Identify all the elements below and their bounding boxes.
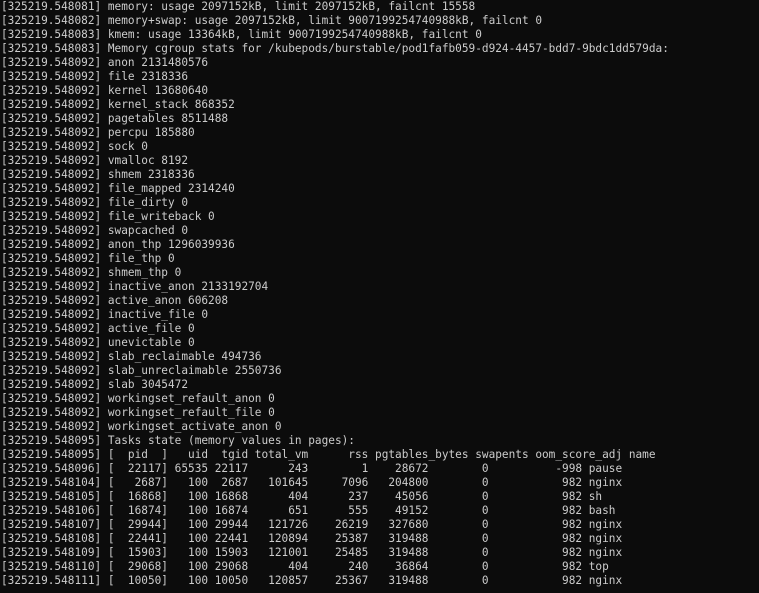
terminal-line: [325219.548082] memory+swap: usage 20971… [1,14,542,27]
terminal-line: [325219.548105] [ 16868] 100 16868 404 2… [1,490,603,503]
terminal-line: [325219.548092] pagetables 8511488 [1,112,229,125]
terminal-line: [325219.548092] file_dirty 0 [1,196,189,209]
terminal-line: [325219.548092] sock 0 [1,140,148,153]
terminal-line: [325219.548092] slab 3045472 [1,378,189,391]
terminal-line: [325219.548092] file 2318336 [1,70,189,83]
terminal-line: [325219.548096] [ 22117] 65535 22117 243… [1,462,623,475]
terminal-line: [325219.548107] [ 29944] 100 29944 12172… [1,518,623,531]
terminal-line: [325219.548092] file_mapped 2314240 [1,182,235,195]
terminal-line: [325219.548092] shmem 2318336 [1,168,195,181]
terminal-line: [325219.548092] unevictable 0 [1,336,195,349]
terminal-line: [325219.548095] [ pid ] uid tgid total_v… [1,448,656,461]
terminal-line: [325219.548092] workingset_refault_file … [1,406,275,419]
terminal-line: [325219.548092] active_anon 606208 [1,294,229,307]
terminal-line: [325219.548092] file_thp 0 [1,252,175,265]
terminal-line: [325219.548092] workingset_activate_anon… [1,420,282,433]
terminal-line: [325219.548092] inactive_file 0 [1,308,209,321]
terminal-line: [325219.548109] [ 15903] 100 15903 12100… [1,546,623,559]
terminal-line: [325219.548092] slab_reclaimable 494736 [1,350,262,363]
terminal-output[interactable]: [325219.548081] memory: usage 2097152kB,… [0,0,759,593]
terminal-line: [325219.548110] [ 29068] 100 29068 404 2… [1,560,609,573]
terminal-line: [325219.548092] percpu 185880 [1,126,195,139]
terminal-line: [325219.548092] inactive_anon 2133192704 [1,280,269,293]
terminal-line: [325219.548104] [ 2687] 100 2687 101645 … [1,476,623,489]
terminal-line: [325219.548111] [ 10050] 100 10050 12085… [1,574,623,587]
terminal-line: [325219.548092] kernel 13680640 [1,84,209,97]
terminal-line: [325219.548092] slab_unreclaimable 25507… [1,364,282,377]
terminal-line: [325219.548106] [ 16874] 100 16874 651 5… [1,504,616,517]
terminal-line: [325219.548092] active_file 0 [1,322,195,335]
terminal-line: [325219.548092] vmalloc 8192 [1,154,189,167]
terminal-line: [325219.548095] Tasks state (memory valu… [1,434,355,447]
terminal-line: [325219.548081] memory: usage 2097152kB,… [1,0,476,13]
terminal-line: [325219.548092] shmem_thp 0 [1,266,182,279]
terminal-line: [325219.548092] workingset_refault_anon … [1,392,275,405]
terminal-line: [325219.548108] [ 22441] 100 22441 12089… [1,532,623,545]
terminal-line: [325219.548083] Memory cgroup stats for … [1,42,669,55]
terminal-line: [325219.548092] file_writeback 0 [1,210,215,223]
terminal-line: [325219.548092] kernel_stack 868352 [1,98,235,111]
terminal-line: [325219.548083] kmem: usage 13364kB, lim… [1,28,482,41]
terminal-line: [325219.548092] anon_thp 1296039936 [1,238,235,251]
terminal-line: [325219.548092] swapcached 0 [1,224,189,237]
terminal-line: [325219.548092] anon 2131480576 [1,56,209,69]
